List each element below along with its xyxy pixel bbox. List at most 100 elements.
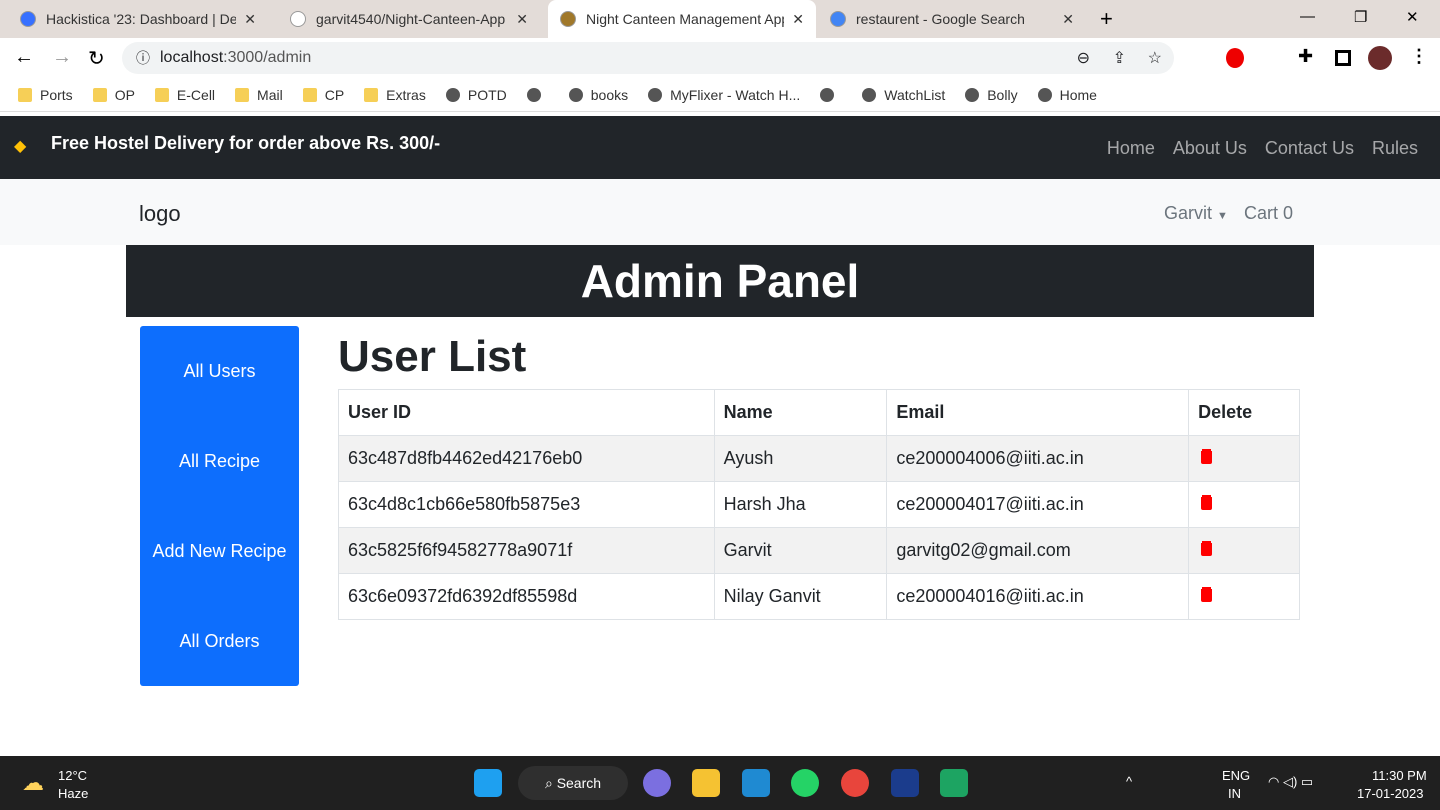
bookmark[interactable]: Bolly — [965, 87, 1018, 103]
browser-tab[interactable]: Hackistica '23: Dashboard | Devfolio✕ — [8, 0, 268, 38]
table-cell: Ayush — [713, 435, 888, 482]
user-dropdown[interactable]: Garvit ▼ — [1164, 203, 1228, 224]
bookmark[interactable] — [820, 87, 842, 102]
folder-icon — [18, 87, 32, 102]
trash-icon[interactable] — [1201, 589, 1213, 602]
app-icon[interactable] — [940, 769, 968, 797]
vscode-icon[interactable] — [742, 769, 770, 797]
column-header: Email — [886, 389, 1190, 436]
browser-toolbar: ← → ↻ ⓘ localhost:3000/admin ⊖ ⇪ ☆ ✚ ⋮ — [0, 38, 1440, 78]
bookmark-icon — [526, 87, 541, 102]
browser-tab[interactable]: Night Canteen Management App ✕ — [548, 0, 816, 38]
user-table: User ID Name Email Delete 63c487d8fb4462ed42… — [338, 389, 1300, 620]
column-header: Name — [713, 389, 888, 436]
bookmark[interactable]: MyFlixer - Watch H... — [648, 87, 800, 103]
bookmark-icon — [445, 87, 460, 102]
table-cell: Harsh Jha — [713, 481, 888, 528]
sidebar-item[interactable]: All Orders — [140, 596, 299, 686]
whatsapp-icon[interactable] — [791, 769, 819, 797]
nav-link[interactable]: Contact Us — [1265, 138, 1354, 159]
bookmark-icon — [965, 87, 980, 102]
menu-icon[interactable]: ⋮ — [1410, 46, 1428, 67]
avatar[interactable] — [1368, 46, 1392, 70]
bookmark-icon — [1037, 87, 1052, 102]
browser-tab[interactable]: restaurent - Google Search ✕ — [818, 0, 1086, 38]
forward-icon[interactable]: → — [52, 46, 72, 69]
address-bar[interactable]: ⓘ localhost:3000/admin ⊖ ⇪ ☆ — [122, 42, 1174, 74]
info-icon: ⓘ — [136, 50, 150, 66]
favicon-icon — [560, 11, 576, 27]
close-tab-icon[interactable]: ✕ — [244, 11, 256, 28]
bookmark[interactable]: WatchList — [862, 87, 945, 103]
caret-down-icon: ▼ — [1217, 210, 1228, 222]
bookmark[interactable]: books — [568, 87, 628, 103]
bookmark[interactable]: Mail — [235, 87, 283, 103]
nav-link[interactable]: Home — [1107, 138, 1155, 159]
table-cell: ce200004006@iiti.ac.in — [886, 435, 1190, 482]
bookmark[interactable]: Extras — [364, 87, 426, 103]
file-explorer-icon[interactable] — [692, 769, 720, 797]
top-links: Home About Us Contact Us Rules — [1107, 138, 1418, 159]
close-tab-icon[interactable]: ✕ — [792, 11, 804, 28]
chevron-up-icon[interactable]: ^ — [1126, 774, 1132, 789]
sidebar-item[interactable]: Add New Recipe — [140, 506, 299, 596]
logo[interactable]: logo — [139, 201, 181, 227]
devcpp-icon[interactable] — [891, 769, 919, 797]
new-tab-icon[interactable]: + — [1100, 6, 1113, 32]
back-icon[interactable]: ← — [14, 46, 34, 69]
table-cell: 63c4d8c1cb66e580fb5875e3 — [338, 481, 715, 528]
table-row: 63c6e09372fd6392df85598d Nilay Ganvit ce20… — [338, 573, 1300, 620]
extensions-icon[interactable]: ✚ — [1298, 46, 1313, 67]
tag-icon: ◆ — [14, 138, 27, 155]
teams-icon[interactable] — [643, 769, 671, 797]
bookmark[interactable]: POTD — [445, 87, 507, 103]
bookmark[interactable]: CP — [302, 87, 344, 103]
search-button[interactable]: ⌕ Search — [518, 766, 628, 800]
search-icon: ⌕ — [544, 774, 557, 791]
column-header: User ID — [338, 389, 715, 436]
wifi-volume-battery-icons[interactable]: ◠ ◁) ▭ — [1268, 774, 1313, 790]
folder-icon — [154, 87, 169, 102]
page-title: User List — [338, 332, 527, 381]
trash-icon[interactable] — [1201, 451, 1213, 464]
bookmark[interactable]: E-Cell — [154, 87, 215, 103]
folder-icon — [364, 87, 379, 102]
trash-icon[interactable] — [1201, 497, 1213, 510]
cart-link[interactable]: Cart 0 — [1244, 203, 1293, 224]
start-icon[interactable] — [474, 769, 502, 797]
folder-icon — [92, 87, 107, 102]
close-tab-icon[interactable]: ✕ — [516, 11, 528, 28]
star-icon[interactable]: ☆ — [1148, 48, 1162, 68]
tab-strip: Hackistica '23: Dashboard | Devfolio✕ gar… — [0, 0, 1440, 38]
bookmarks-bar: Ports OP E-Cell Mail CP Extras POTD books MyFlix… — [0, 78, 1440, 112]
share-icon[interactable]: ⇪ — [1113, 48, 1126, 68]
chrome-icon[interactable] — [841, 769, 869, 797]
favicon-icon — [290, 11, 306, 27]
bookmark[interactable]: Ports — [18, 87, 73, 103]
zoom-icon[interactable]: ⊖ — [1077, 48, 1090, 68]
restore-icon[interactable]: ❐ — [1354, 8, 1367, 26]
table-cell: garvitg02@gmail.com — [886, 527, 1190, 574]
table-cell: ce200004017@iiti.ac.in — [886, 481, 1190, 528]
sidebar-item[interactable]: All Users — [140, 326, 299, 416]
table-row: 63c5825f6f94582778a9071f Garvit garvitg02@… — [338, 527, 1300, 574]
opera-extension-icon[interactable] — [1226, 48, 1244, 68]
reload-icon[interactable]: ↻ — [88, 46, 105, 71]
sidepanel-icon[interactable] — [1335, 50, 1351, 66]
close-window-icon[interactable]: ✕ — [1406, 8, 1419, 26]
promo-bar: ◆ Free Hostel Delivery for order above R… — [0, 116, 1440, 179]
table-cell: Garvit — [713, 527, 888, 574]
bookmark[interactable] — [526, 87, 549, 102]
nav-link[interactable]: About Us — [1173, 138, 1247, 159]
table-cell: 63c6e09372fd6392df85598d — [338, 573, 715, 620]
browser-tab[interactable]: garvit4540/Night-Canteen-App ✕ — [278, 0, 540, 38]
table-cell: 63c487d8fb4462ed42176eb0 — [338, 435, 715, 482]
minimize-icon[interactable]: — — [1300, 8, 1315, 25]
bookmark[interactable]: OP — [92, 87, 135, 103]
bookmark[interactable]: Home — [1037, 87, 1097, 103]
trash-icon[interactable] — [1201, 543, 1213, 556]
close-tab-icon[interactable]: ✕ — [1062, 11, 1074, 28]
bookmark-icon — [862, 87, 877, 102]
sidebar-item[interactable]: All Recipe — [140, 416, 299, 506]
nav-link[interactable]: Rules — [1372, 138, 1418, 159]
